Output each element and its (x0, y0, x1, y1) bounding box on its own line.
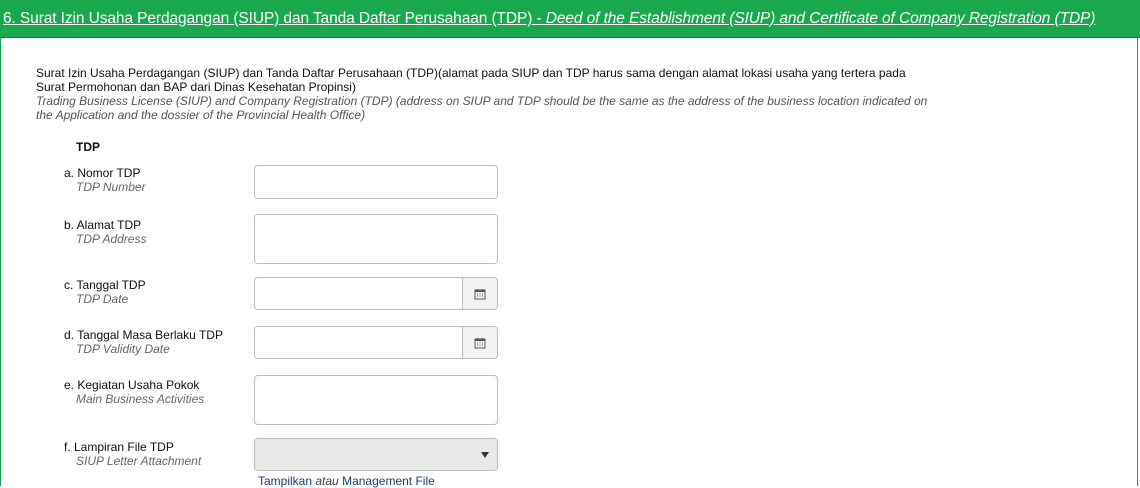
tdp-date-calendar-button[interactable] (462, 277, 498, 310)
section-intro: Surat Izin Usaha Perdagangan (SIUP) dan … (36, 66, 936, 122)
header-title-en: Deed of the Establishment (SIUP) and Cer… (545, 10, 1096, 27)
main-activities-textarea[interactable] (254, 375, 498, 425)
tdp-date-input[interactable] (254, 277, 462, 310)
tdp-address-label: b. Alamat TDP TDP Address (64, 218, 147, 246)
tdp-number-label: a. Nomor TDP TDP Number (64, 166, 146, 194)
tdp-date-label: c. Tanggal TDP TDP Date (64, 278, 146, 306)
tdp-validity-input[interactable] (254, 326, 462, 359)
intro-text-id: Surat Izin Usaha Perdagangan (SIUP) dan … (36, 66, 906, 94)
header-title-id: 6. Surat Izin Usaha Perdagangan (SIUP) d… (3, 10, 533, 27)
calendar-icon (474, 288, 486, 299)
subsection-title: TDP (76, 140, 100, 154)
section-header: 6. Surat Izin Usaha Perdagangan (SIUP) d… (0, 0, 1140, 38)
tdp-validity-label: d. Tanggal Masa Berlaku TDP TDP Validity… (64, 328, 223, 356)
tdp-address-textarea[interactable] (254, 214, 498, 264)
header-separator: - (532, 10, 546, 27)
tdp-validity-field (254, 326, 498, 359)
chevron-down-icon (481, 452, 489, 458)
intro-text-en: Trading Business License (SIUP) and Comp… (36, 94, 928, 122)
tdp-number-input[interactable] (254, 165, 498, 199)
tdp-date-field (254, 277, 498, 310)
attachment-select[interactable] (254, 438, 498, 471)
attachment-label: f. Lampiran File TDP SIUP Letter Attachm… (64, 440, 202, 468)
calendar-icon (474, 337, 486, 348)
tdp-validity-calendar-button[interactable] (462, 326, 498, 359)
main-activities-label: e. Kegiatan Usaha Pokok Main Business Ac… (64, 378, 205, 406)
